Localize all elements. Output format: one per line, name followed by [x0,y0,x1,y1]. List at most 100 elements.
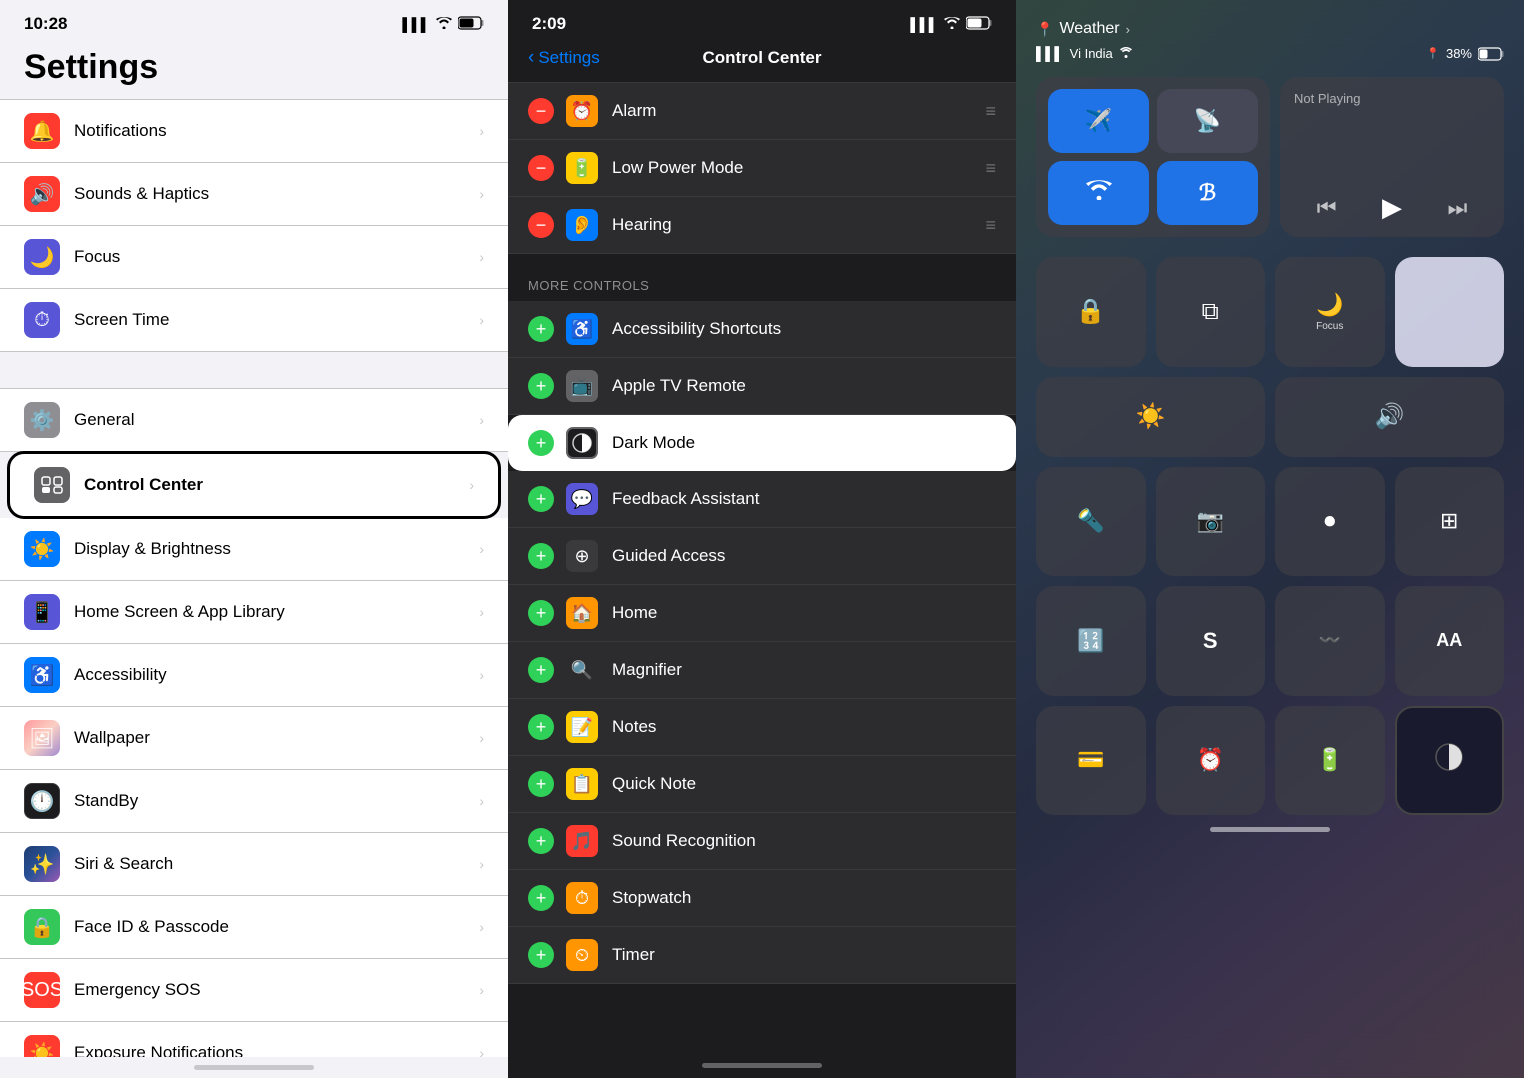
cc-item-hearing[interactable]: − 👂 Hearing ≡ [508,197,1016,254]
airplane-tile[interactable]: ✈️ [1048,89,1149,153]
flashlight-icon: 🔦 [1077,508,1104,534]
play-icon[interactable]: ▶ [1382,192,1402,223]
empty-tile-1[interactable] [1395,257,1505,367]
signal-bars-icon: ▌▌▌ [1036,46,1064,61]
wifi-tile[interactable] [1048,161,1149,225]
settings-item-notifications[interactable]: 🔔 Notifications › [0,99,508,163]
notifications-label: Notifications [74,121,475,141]
cc-item-home[interactable]: + 🏠 Home [508,585,1016,642]
cc-item-feedback[interactable]: + 💬 Feedback Assistant [508,471,1016,528]
soundrec-tile[interactable]: 〰️ [1275,586,1385,696]
cc-item-darkmode[interactable]: + Dark Mode [508,415,1016,471]
cc-item-appletv[interactable]: + 📺 Apple TV Remote [508,358,1016,415]
location-icon: 📍 [1036,21,1053,38]
alarm-drag-handle[interactable]: ≡ [985,101,996,122]
cc-item-guided[interactable]: + ⊕ Guided Access [508,528,1016,585]
settings-item-accessibility[interactable]: ♿ Accessibility › [0,644,508,707]
siri-chevron: › [479,856,484,872]
cc-back-button[interactable]: ‹ Settings [528,47,600,69]
soundrec-label: Sound Recognition [612,831,996,851]
exposure-chevron: › [479,1045,484,1057]
settings-item-siri[interactable]: ✨ Siri & Search › [0,833,508,896]
battery-tile-icon: 🔋 [1316,747,1343,773]
add-accessibility-button[interactable]: + [528,316,554,342]
wallet-tile[interactable]: 💳 [1036,706,1146,816]
settings-item-controlcenter[interactable]: Control Center › [10,454,498,516]
cellular-tile[interactable]: 📡 [1157,89,1258,153]
alarm-label: Alarm [612,101,985,121]
settings-item-faceid[interactable]: 🔒 Face ID & Passcode › [0,896,508,959]
settings-item-sounds[interactable]: 🔊 Sounds & Haptics › [0,163,508,226]
nowplaying-label: Not Playing [1294,91,1490,106]
next-icon[interactable]: ⏭ [1447,195,1467,221]
orientation-tile[interactable]: 🔒 [1036,257,1146,367]
brightness-tile[interactable]: ☀️ [1036,377,1265,457]
add-guided-button[interactable]: + [528,543,554,569]
settings-item-wallpaper[interactable]: 🖼 Wallpaper › [0,707,508,770]
calculator-icon: 🔢 [1077,628,1104,654]
add-home-button[interactable]: + [528,600,554,626]
cc-item-accessibility[interactable]: + ♿ Accessibility Shortcuts [508,301,1016,358]
remove-lowpower-button[interactable]: − [528,155,554,181]
settings-item-homescreen[interactable]: 📱 Home Screen & App Library › [0,581,508,644]
cc-item-timer[interactable]: + ⏲ Timer [508,927,1016,984]
shazam-tile[interactable]: S [1156,586,1266,696]
mirroring-tile[interactable]: ⧉ [1156,257,1266,367]
add-soundrec-button[interactable]: + [528,828,554,854]
darkmode-tile[interactable] [1395,706,1505,816]
focus-tile[interactable]: 🌙 Focus [1275,257,1385,367]
add-notes-button[interactable]: + [528,714,554,740]
record-tile[interactable]: ⏺ [1275,467,1385,577]
faceid-icon: 🔒 [24,909,60,945]
add-timer-button[interactable]: + [528,942,554,968]
general-icon: ⚙️ [24,402,60,438]
cc-item-notes[interactable]: + 📝 Notes [508,699,1016,756]
prev-icon[interactable]: ⏮ [1317,195,1337,221]
volume-tile[interactable]: 🔊 [1275,377,1504,457]
settings-item-exposure[interactable]: ☀️ Exposure Notifications › [0,1022,508,1057]
settings-item-sos[interactable]: SOS Emergency SOS › [0,959,508,1022]
qrcode-tile[interactable]: ⊞ [1395,467,1505,577]
flashlight-tile[interactable]: 🔦 [1036,467,1146,577]
wallet-icon: 💳 [1077,747,1104,773]
settings-item-standby[interactable]: 🕛 StandBy › [0,770,508,833]
cc-item-stopwatch[interactable]: + ⏱ Stopwatch [508,870,1016,927]
carrier-label: Vi India [1070,46,1113,61]
remove-hearing-button[interactable]: − [528,212,554,238]
add-feedback-button[interactable]: + [528,486,554,512]
cc-ui-content: 📍 Weather › ▌▌▌ Vi India 📍 38% [1016,0,1524,1078]
weather-chevron-icon: › [1126,22,1130,37]
add-appletv-button[interactable]: + [528,373,554,399]
exposure-icon: ☀️ [24,1035,60,1057]
battery-tile[interactable]: 🔋 [1275,706,1385,816]
feedback-label: Feedback Assistant [612,489,996,509]
cc-item-lowpower[interactable]: − 🔋 Low Power Mode ≡ [508,140,1016,197]
quicknote-icon: 📋 [566,768,598,800]
settings-item-general[interactable]: ⚙️ General › [0,388,508,452]
remove-alarm-button[interactable]: − [528,98,554,124]
camera-tile[interactable]: 📷 [1156,467,1266,577]
add-stopwatch-button[interactable]: + [528,885,554,911]
add-quicknote-button[interactable]: + [528,771,554,797]
faceid-chevron: › [479,919,484,935]
cc-item-alarm[interactable]: − ⏰ Alarm ≡ [508,82,1016,140]
add-darkmode-button[interactable]: + [528,430,554,456]
lowpower-drag-handle[interactable]: ≡ [985,158,996,179]
settings-panel: 10:28 ▌▌▌ Settings 🔔 Notifications › 🔊 S… [0,0,508,1078]
settings-item-screentime[interactable]: ⏱ Screen Time › [0,289,508,352]
settings-item-focus[interactable]: 🌙 Focus › [0,226,508,289]
settings-item-display[interactable]: ☀️ Display & Brightness › [0,518,508,581]
calculator-tile[interactable]: 🔢 [1036,586,1146,696]
cc-item-quicknote[interactable]: + 📋 Quick Note [508,756,1016,813]
nowplaying-tile[interactable]: Not Playing ⏮ ▶ ⏭ [1280,77,1504,237]
brightness-icon: ☀️ [1136,402,1166,431]
bluetooth-tile[interactable]: ℬ [1157,161,1258,225]
settings-title: Settings [0,40,508,99]
add-magnifier-button[interactable]: + [528,657,554,683]
cc-item-magnifier[interactable]: + 🔍 Magnifier [508,642,1016,699]
textsize-icon: AA [1436,630,1462,651]
textsize-tile[interactable]: AA [1395,586,1505,696]
alarm-tile[interactable]: ⏰ [1156,706,1266,816]
hearing-drag-handle[interactable]: ≡ [985,215,996,236]
cc-item-soundrec[interactable]: + 🎵 Sound Recognition [508,813,1016,870]
